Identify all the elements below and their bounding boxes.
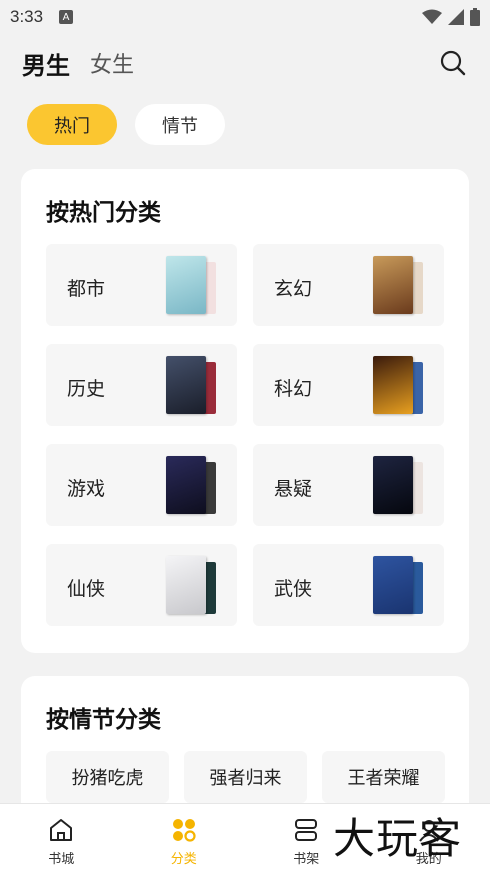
book-cover-front — [373, 556, 413, 614]
book-cover-front — [373, 356, 413, 414]
nav-label: 书城 — [48, 852, 75, 867]
search-button[interactable] — [438, 48, 468, 78]
nav-bookstore[interactable]: 书城 — [0, 804, 123, 871]
tab-male[interactable]: 男生 — [22, 46, 70, 81]
book-cover-front — [166, 456, 206, 514]
chip-hot[interactable]: 热门 — [27, 104, 117, 145]
plot-section-title: 按情节分类 — [46, 707, 161, 733]
tab-female[interactable]: 女生 — [90, 47, 134, 79]
wifi-icon — [422, 9, 442, 24]
status-icons — [422, 8, 480, 26]
book-cover-front — [166, 356, 206, 414]
category-item[interactable]: 悬疑 — [253, 444, 444, 526]
hot-section-title: 按热门分类 — [46, 200, 161, 226]
book-cover-stack — [373, 556, 423, 614]
category-item[interactable]: 历史 — [46, 344, 237, 426]
category-label: 科幻 — [274, 378, 313, 400]
plot-category-item[interactable]: 强者归来 — [184, 751, 307, 803]
nav-category[interactable]: 分类 — [123, 804, 246, 871]
book-cover-front — [166, 256, 206, 314]
category-item[interactable]: 武侠 — [253, 544, 444, 626]
category-label: 仙侠 — [67, 578, 106, 600]
category-label: 都市 — [67, 278, 106, 300]
plot-category-item[interactable]: 王者荣耀 — [322, 751, 445, 803]
chip-plot[interactable]: 情节 — [135, 104, 225, 145]
book-cover-stack — [166, 456, 216, 514]
category-label: 历史 — [67, 378, 106, 400]
plot-category-row: 扮猪吃虎 强者归来 王者荣耀 — [46, 751, 445, 803]
category-label: 武侠 — [274, 578, 313, 600]
home-icon — [47, 816, 75, 844]
bookshelf-icon — [292, 816, 320, 844]
plot-category-item[interactable]: 扮猪吃虎 — [46, 751, 169, 803]
book-cover-stack — [373, 256, 423, 314]
book-cover-stack — [166, 556, 216, 614]
book-cover-stack — [373, 456, 423, 514]
category-icon — [170, 816, 198, 844]
notification-icon: A — [59, 10, 74, 24]
battery-icon — [470, 8, 480, 26]
book-cover-front — [166, 556, 206, 614]
category-label: 悬疑 — [274, 478, 313, 500]
filter-chips: 热门 情节 — [27, 104, 225, 145]
category-item[interactable]: 科幻 — [253, 344, 444, 426]
category-label: 游戏 — [67, 478, 106, 500]
status-time: 3:33 — [10, 7, 44, 26]
book-cover-stack — [373, 356, 423, 414]
nav-label: 书架 — [293, 852, 320, 867]
book-cover-front — [373, 456, 413, 514]
signal-icon — [448, 9, 464, 25]
status-bar: 3:33 A — [0, 0, 490, 34]
category-item[interactable]: 仙侠 — [46, 544, 237, 626]
watermark-logo: 大玩客 — [333, 814, 463, 863]
category-item[interactable]: 玄幻 — [253, 244, 444, 326]
category-item[interactable]: 游戏 — [46, 444, 237, 526]
header: 男生 女生 — [0, 40, 490, 86]
hot-category-card: 按热门分类 都市 玄幻 历史 科幻 游戏 悬疑 仙侠 武侠 — [21, 169, 469, 653]
category-item[interactable]: 都市 — [46, 244, 237, 326]
book-cover-front — [373, 256, 413, 314]
nav-label: 分类 — [170, 852, 197, 867]
search-icon — [440, 50, 466, 76]
book-cover-stack — [166, 256, 216, 314]
book-cover-stack — [166, 356, 216, 414]
category-label: 玄幻 — [274, 278, 313, 300]
